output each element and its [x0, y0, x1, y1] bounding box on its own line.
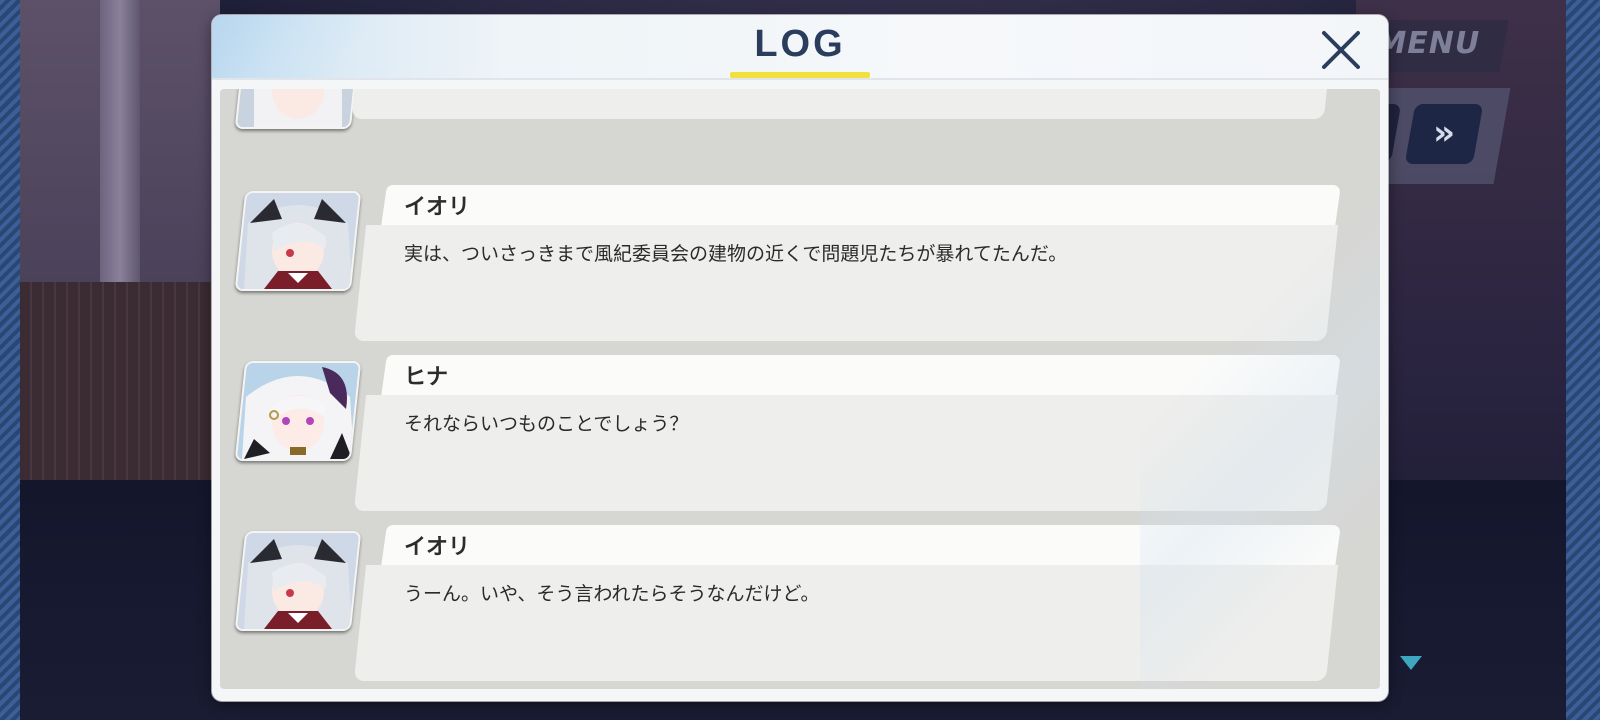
dialogue-body-bg	[351, 89, 1341, 119]
menu-button-label: MENU	[1376, 26, 1481, 61]
dialogue-pointer	[368, 239, 378, 257]
speaker-name-bg	[381, 355, 1341, 397]
character-portrait-hina	[234, 89, 362, 129]
log-entry: ヒナ それならいつものことでしょう？	[220, 355, 1380, 515]
header-divider	[212, 78, 1388, 80]
scene-wood-panel	[20, 282, 220, 482]
close-button[interactable]	[1316, 25, 1366, 75]
fast-forward-icon: »	[1433, 113, 1456, 153]
log-entry-partial: ……	[220, 89, 1380, 183]
character-portrait-hina	[234, 361, 362, 461]
character-portrait-iori	[234, 531, 362, 631]
close-x-icon	[1322, 31, 1360, 69]
next-triangle-icon	[1400, 656, 1422, 670]
log-window: LOG ……	[212, 15, 1388, 701]
speaker-name: イオリ	[404, 535, 471, 560]
log-header: LOG	[212, 15, 1388, 80]
border-stripe-right	[1566, 0, 1600, 720]
log-scroll-list[interactable]: …… イオリ 実は、ついさっきまで風紀委	[220, 89, 1380, 689]
dialogue-pointer	[368, 409, 378, 427]
speaker-name-bg	[381, 525, 1341, 567]
speaker-name: イオリ	[404, 195, 471, 220]
fast-forward-button[interactable]: »	[1404, 104, 1484, 164]
speaker-name: ヒナ	[404, 365, 449, 390]
dialogue-pointer	[368, 579, 378, 597]
border-stripe-left	[0, 0, 20, 720]
dialogue-text: うーん。いや、そう言われたらそうなんだけど。	[404, 583, 820, 605]
log-entry: イオリ うーん。いや、そう言われたらそうなんだけど。	[220, 525, 1380, 685]
dialogue-text: 実は、ついさっきまで風紀委員会の建物の近くで問題児たちが暴れてたんだ。	[404, 243, 1068, 265]
character-portrait-iori	[234, 191, 362, 291]
dialogue-text: それならいつものことでしょう？	[404, 413, 689, 435]
log-entry: イオリ 実は、ついさっきまで風紀委員会の建物の近くで問題児たちが暴れてたんだ。	[220, 185, 1380, 345]
log-title: LOG	[754, 23, 846, 65]
speaker-name-bg	[381, 185, 1341, 227]
